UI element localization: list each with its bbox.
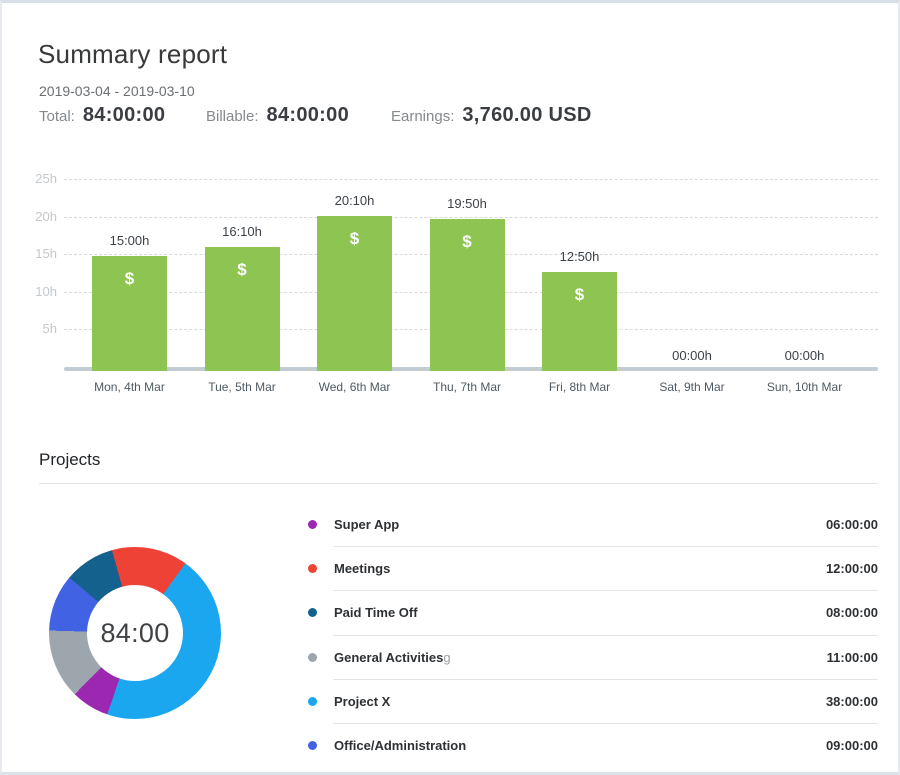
project-name: General Activitiesg [334, 650, 451, 665]
bar-value-label: 20:10h [299, 193, 411, 208]
date-range: 2019-03-04 - 2019-03-10 [39, 83, 195, 99]
project-row: Meetings 12:00:00 [304, 547, 878, 590]
stat-earnings-value: 3,760.00 USD [462, 104, 591, 127]
gridline [64, 217, 878, 218]
x-axis-category: Mon, 4th Mar [74, 380, 186, 394]
dollar-icon: $ [92, 269, 167, 289]
stat-total: Total: 84:00:00 [39, 104, 165, 127]
project-name-suffix: g [443, 650, 450, 665]
project-row: Office/Administration 09:00:00 [304, 724, 878, 767]
project-color-dot [308, 608, 317, 617]
x-axis-category: Sun, 10th Mar [749, 380, 861, 394]
project-color-dot [308, 653, 317, 662]
bar-value-label: 15:00h [74, 233, 186, 248]
x-axis-category: Fri, 8th Mar [524, 380, 636, 394]
x-axis-category: Tue, 5th Mar [186, 380, 298, 394]
y-axis-tick: 10h [12, 284, 57, 300]
project-duration: 38:00:00 [826, 694, 878, 709]
x-axis-category: Wed, 6th Mar [299, 380, 411, 394]
billable-time-bar[interactable]: $ [542, 272, 617, 371]
stat-earnings-label: Earnings: [391, 108, 454, 125]
project-duration: 11:00:00 [827, 650, 878, 665]
project-color-dot [308, 520, 317, 529]
bar-value-label: 00:00h [636, 348, 748, 363]
x-axis-category: Thu, 7th Mar [411, 380, 523, 394]
project-row: Project X 38:00:00 [304, 680, 878, 723]
dollar-icon: $ [430, 232, 505, 252]
dollar-icon: $ [205, 260, 280, 280]
project-name: Paid Time Off [334, 605, 418, 620]
projects-legend: Super App 06:00:00 Meetings 12:00:00 Paid Ti… [304, 503, 878, 767]
project-row: Super App 06:00:00 [304, 503, 878, 546]
project-color-dot [308, 564, 317, 573]
dollar-icon: $ [542, 285, 617, 305]
bar-value-label: 19:50h [411, 196, 523, 211]
project-color-dot [308, 741, 317, 750]
project-duration: 09:00:00 [826, 738, 878, 753]
projects-donut-chart[interactable]: 84:00 [49, 547, 221, 719]
bar-value-label: 12:50h [524, 249, 636, 264]
bar-value-label: 00:00h [749, 348, 861, 363]
page-title: Summary report [38, 39, 227, 70]
y-axis-tick: 25h [12, 171, 57, 187]
stat-billable-label: Billable: [206, 108, 259, 125]
stat-total-label: Total: [39, 108, 75, 125]
y-axis-tick: 15h [12, 246, 57, 262]
project-duration: 08:00:00 [826, 605, 878, 620]
project-color-dot [308, 697, 317, 706]
billable-time-bar[interactable]: $ [205, 247, 280, 371]
billable-time-bar[interactable]: $ [92, 256, 167, 371]
project-name: Meetings [334, 561, 390, 576]
daily-time-bar-chart: 25h 20h 15h 10h 5h $15:00h Mon, 4th Mar $16:10h… [2, 163, 900, 408]
project-row: Paid Time Off 08:00:00 [304, 591, 878, 634]
donut-total-hours: 84:00 [100, 618, 169, 649]
stat-billable: Billable: 84:00:00 [206, 104, 349, 127]
stat-earnings: Earnings: 3,760.00 USD [391, 104, 592, 127]
dollar-icon: $ [317, 229, 392, 249]
y-axis-tick: 20h [12, 209, 57, 225]
billable-time-bar[interactable]: $ [430, 219, 505, 371]
project-name: Project X [334, 694, 390, 709]
project-row: General Activitiesg 11:00:00 [304, 636, 878, 679]
y-axis-tick: 5h [12, 321, 57, 337]
bar-value-label: 16:10h [186, 224, 298, 239]
project-name: Office/Administration [334, 738, 466, 753]
projects-heading: Projects [39, 450, 100, 470]
summary-report-card: Summary report 2019-03-04 - 2019-03-10 T… [0, 0, 900, 775]
stat-total-value: 84:00:00 [83, 104, 165, 127]
project-duration: 12:00:00 [826, 561, 878, 576]
project-name: Super App [334, 517, 399, 532]
project-duration: 06:00:00 [826, 517, 878, 532]
gridline [64, 179, 878, 180]
donut-hole: 84:00 [87, 585, 183, 681]
stat-billable-value: 84:00:00 [267, 104, 349, 127]
x-axis-category: Sat, 9th Mar [636, 380, 748, 394]
section-divider [39, 483, 878, 484]
billable-time-bar[interactable]: $ [317, 216, 392, 371]
